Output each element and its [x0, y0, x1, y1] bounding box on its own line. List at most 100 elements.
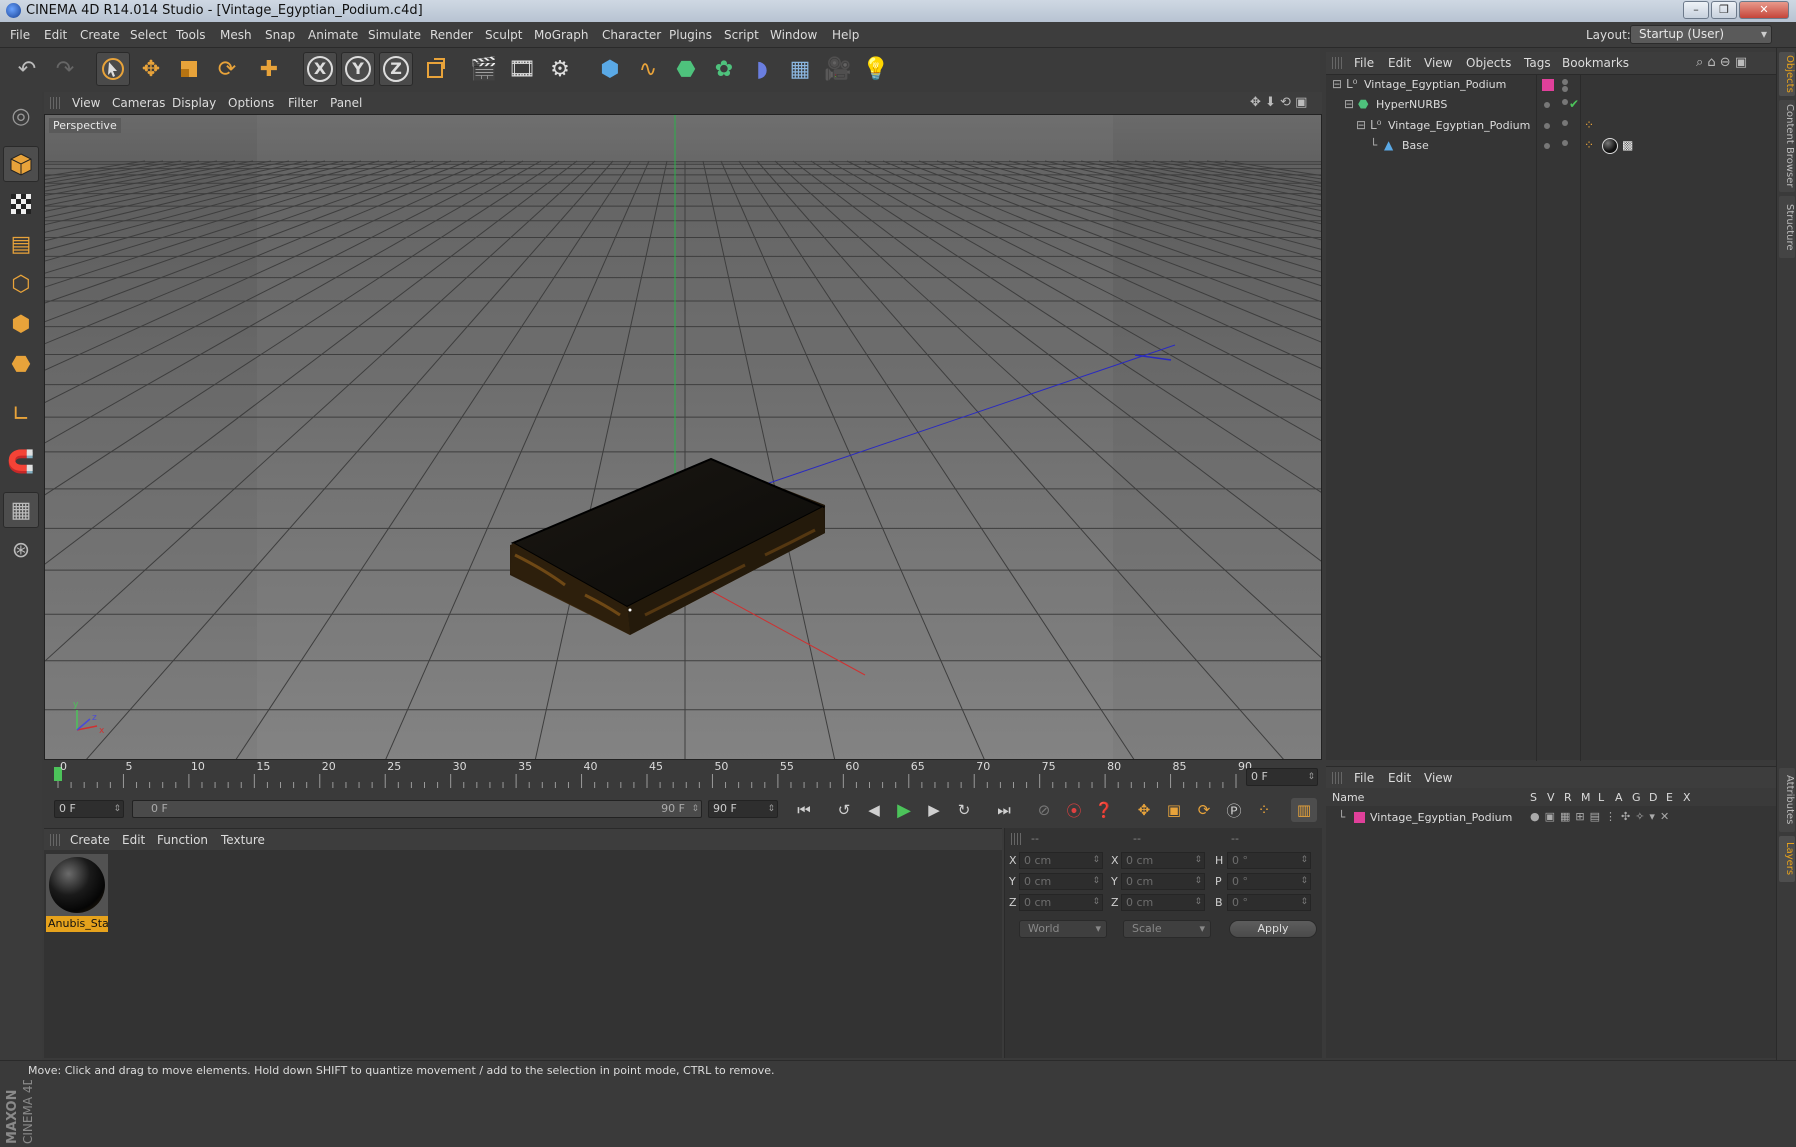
next-frame-icon[interactable]: ▶ [921, 798, 947, 822]
texture-mode-icon[interactable] [3, 186, 39, 222]
menu-sculpt[interactable]: Sculpt [485, 28, 522, 42]
rot-p-field[interactable]: 0 ° [1227, 873, 1311, 890]
layer-menu-edit[interactable]: Edit [1388, 771, 1411, 785]
layer-toggle-icons[interactable]: ●▣▦⊞▤⋮✣✧▾✕ [1530, 810, 1674, 823]
timeline-ruler[interactable]: 0 5 10 15 20 25 30 35 40 45 50 55 60 65 70 75 80 85 90 0 F [44, 760, 1322, 794]
material-menu-edit[interactable]: Edit [122, 833, 145, 847]
menu-mesh[interactable]: Mesh [220, 28, 252, 42]
menu-select[interactable]: Select [130, 28, 167, 42]
menu-animate[interactable]: Animate [308, 28, 358, 42]
menu-window[interactable]: Window [770, 28, 817, 42]
play-forward-icon[interactable]: ▶ [891, 798, 917, 822]
editor-visibility-dot[interactable] [1544, 143, 1550, 149]
object-menu-view[interactable]: View [1424, 56, 1452, 70]
start-frame-field[interactable]: 0 F [54, 800, 124, 818]
object-row[interactable]: └ ▲ Base ⁘ ▩ [1326, 136, 1776, 156]
undo-icon[interactable]: ↶ [10, 52, 44, 86]
locked-workplane-icon[interactable]: ⊛ [3, 532, 39, 568]
layer-menu-file[interactable]: File [1354, 771, 1374, 785]
key-pla-icon[interactable]: ⁘ [1251, 798, 1277, 822]
menu-plugins[interactable]: Plugins [669, 28, 712, 42]
menu-file[interactable]: File [10, 28, 30, 42]
object-manager-tool-icons[interactable]: ⌕ ⌂ ⊖ ▣ [1696, 55, 1747, 70]
object-menu-objects[interactable]: Objects [1466, 56, 1511, 70]
material-menu-create[interactable]: Create [70, 833, 110, 847]
go-to-end-icon[interactable]: ⏭ [991, 798, 1017, 822]
frame-range-slider[interactable]: 0 F 90 F [132, 800, 702, 818]
render-picture-viewer-icon[interactable]: 🎞 [505, 52, 539, 86]
end-frame-field[interactable]: 90 F [708, 800, 778, 818]
close-button[interactable]: ✕ [1739, 1, 1789, 19]
key-parameter-icon[interactable]: Ⓟ [1221, 798, 1247, 822]
axis-mode-icon[interactable]: ∟ [3, 396, 39, 432]
panel-grip[interactable] [1332, 772, 1342, 784]
rot-h-field[interactable]: 0 ° [1227, 852, 1311, 869]
phong-tag-icon[interactable]: ⁘ [1584, 118, 1594, 132]
3d-viewport[interactable]: y x z Perspective [44, 114, 1322, 760]
x-axis-lock-icon[interactable]: X [303, 52, 337, 86]
record-keyframes-icon[interactable]: ⊘ [1031, 798, 1057, 822]
object-menu-file[interactable]: File [1354, 56, 1374, 70]
collapse-icon[interactable]: ⊟ [1356, 118, 1366, 132]
menu-simulate[interactable]: Simulate [368, 28, 421, 42]
object-row[interactable]: ⊟ L⁰ Vintage_Egyptian_Podium ⁘ [1326, 116, 1776, 136]
current-frame-field[interactable]: 0 F [1246, 768, 1318, 786]
array-icon[interactable]: ✿ [707, 52, 741, 86]
uvw-tag-icon[interactable]: ▩ [1622, 138, 1633, 152]
pos-x-field[interactable]: 0 cm [1019, 852, 1103, 869]
model-mode-icon[interactable]: ◎ [3, 98, 39, 134]
coordinate-mode-select[interactable]: Scale [1123, 920, 1211, 938]
panel-grip[interactable] [50, 97, 60, 109]
apply-button[interactable]: Apply [1229, 920, 1317, 938]
redo-icon[interactable]: ↷ [48, 52, 82, 86]
cube-object-icon[interactable]: ⬢ [593, 52, 627, 86]
coordinate-space-select[interactable]: World [1019, 920, 1107, 938]
key-rotation-icon[interactable]: ⟳ [1191, 798, 1217, 822]
workplane-lock-icon[interactable]: ▦ [3, 492, 39, 528]
tab-structure[interactable]: Structure [1779, 196, 1795, 258]
render-settings-icon[interactable]: ⚙ [543, 52, 577, 86]
render-visibility-dot[interactable] [1562, 120, 1568, 126]
select-tool-icon[interactable] [96, 52, 130, 86]
menu-edit[interactable]: Edit [44, 28, 67, 42]
object-row[interactable]: ⊟ ⬣ HyperNURBS ✔ [1326, 95, 1776, 115]
panel-grip[interactable] [50, 834, 60, 846]
live-selection-icon[interactable]: ✚ [252, 52, 286, 86]
material-tag-icon[interactable] [1602, 138, 1618, 154]
previous-frame-icon[interactable]: ◀ [861, 798, 887, 822]
floor-icon[interactable]: ▦ [783, 52, 817, 86]
autokeying-icon[interactable]: ⦿ [1061, 798, 1087, 822]
object-row[interactable]: ⊟ L⁰ Vintage_Egyptian_Podium [1326, 75, 1776, 95]
viewport-menu-view[interactable]: View [72, 96, 100, 110]
pos-z-field[interactable]: 0 cm [1019, 894, 1103, 911]
deformer-icon[interactable]: ◗ [745, 52, 779, 86]
scale-tool-icon[interactable] [172, 52, 206, 86]
collapse-icon[interactable]: ⊟ [1332, 77, 1342, 91]
go-to-start-icon[interactable]: ⏮ [791, 798, 817, 822]
menu-create[interactable]: Create [80, 28, 120, 42]
material-swatch[interactable]: Anubis_Sta [46, 854, 108, 932]
layer-color-swatch[interactable] [1354, 812, 1365, 823]
object-menu-bookmarks[interactable]: Bookmarks [1562, 56, 1629, 70]
menu-help[interactable]: Help [832, 28, 859, 42]
material-menu-texture[interactable]: Texture [221, 833, 265, 847]
previous-key-icon[interactable]: ↺ [831, 798, 857, 822]
camera-icon[interactable]: 🎥 [821, 52, 855, 86]
render-view-icon[interactable]: 🎬 [467, 52, 501, 86]
polygons-mode-icon[interactable]: ⬣ [3, 346, 39, 382]
light-icon[interactable]: 💡 [859, 52, 893, 86]
layer-menu-view[interactable]: View [1424, 771, 1452, 785]
edges-mode-icon[interactable]: ⬢ [3, 306, 39, 342]
enabled-check-icon[interactable]: ✔ [1569, 97, 1579, 111]
object-menu-edit[interactable]: Edit [1388, 56, 1411, 70]
coordinate-system-icon[interactable] [419, 52, 453, 86]
maximize-button[interactable]: ❐ [1711, 1, 1737, 19]
rotate-tool-icon[interactable]: ⟳ [210, 52, 244, 86]
key-position-icon[interactable]: ✥ [1131, 798, 1157, 822]
pos-y-field[interactable]: 0 cm [1019, 873, 1103, 890]
spline-icon[interactable]: ∿ [631, 52, 665, 86]
menu-tools[interactable]: Tools [176, 28, 206, 42]
timeline-window-icon[interactable]: ▥ [1291, 798, 1317, 822]
z-axis-lock-icon[interactable]: Z [379, 52, 413, 86]
phong-tag-icon[interactable]: ⁘ [1584, 138, 1594, 152]
